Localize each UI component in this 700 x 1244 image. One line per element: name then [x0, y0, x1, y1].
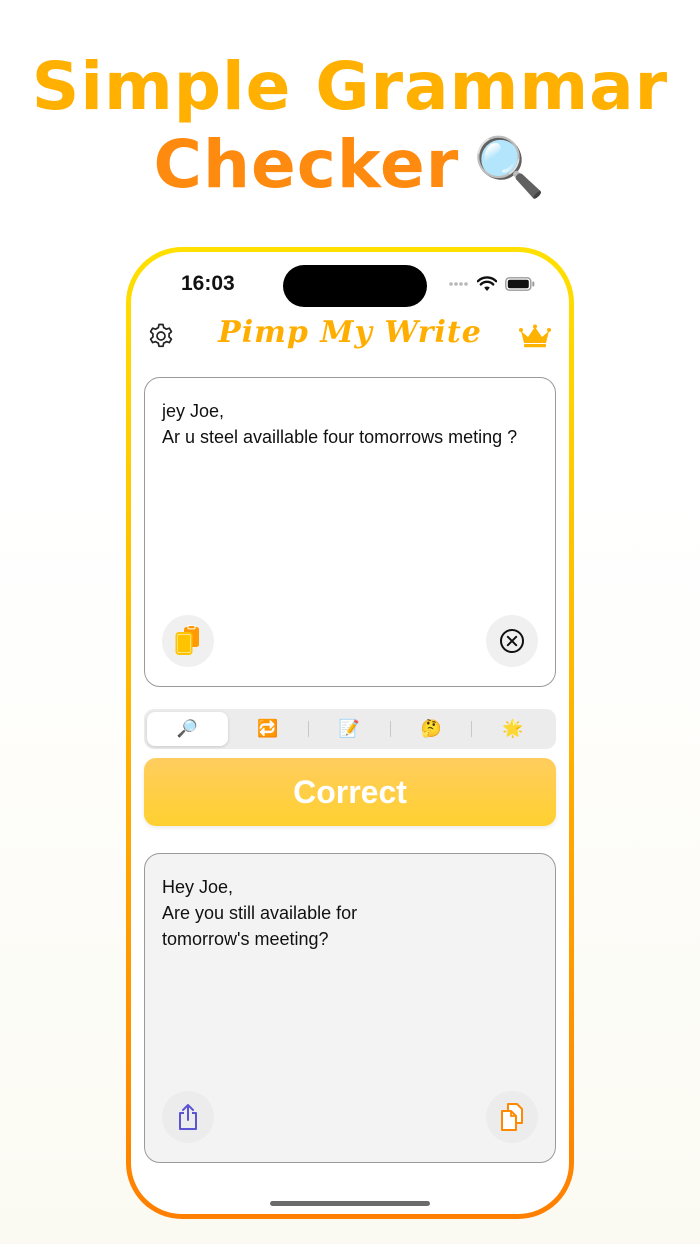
- promo-headline-line1: Simple Grammar: [31, 48, 669, 125]
- sparkle-star-icon: 🌟: [502, 719, 524, 738]
- signal-icon: [449, 282, 468, 286]
- copy-icon: [501, 1103, 523, 1131]
- share-icon: [179, 1104, 197, 1130]
- status-time: 16:03: [181, 272, 235, 295]
- mode-rephrase[interactable]: 🔁: [228, 712, 309, 746]
- promo-headline-text: Checker: [153, 126, 460, 203]
- paste-button[interactable]: [162, 615, 214, 667]
- battery-icon: [505, 277, 535, 291]
- memo-icon: 📝: [338, 719, 361, 738]
- share-button[interactable]: [162, 1091, 214, 1143]
- mode-selector[interactable]: 🔎 🔁 📝 🤔 🌟: [144, 709, 556, 749]
- output-line: Are you still available for: [162, 903, 358, 923]
- promo-headline-line2: Checker 🔍: [0, 126, 700, 206]
- home-indicator: [270, 1201, 430, 1206]
- input-text[interactable]: jey Joe, Ar u steel availlable four tomo…: [162, 398, 539, 450]
- magnifier-icon: 🔍: [473, 133, 547, 201]
- crown-icon[interactable]: [519, 324, 551, 348]
- wifi-icon: [477, 276, 497, 291]
- output-line: tomorrow's meeting?: [162, 929, 329, 949]
- thinking-icon: 🤔: [420, 719, 442, 738]
- app-title: Pimp My Write: [218, 315, 482, 350]
- phone-frame: 16:03 Pimp My Write jey Joe, Ar u steel …: [126, 247, 574, 1219]
- input-text-area[interactable]: jey Joe, Ar u steel availlable four tomo…: [144, 377, 556, 687]
- copy-button[interactable]: [486, 1091, 538, 1143]
- input-line: Ar u steel availlable four tomorrows met…: [162, 427, 518, 447]
- dynamic-island: [283, 265, 427, 307]
- clear-icon: [500, 629, 524, 653]
- mode-explain[interactable]: 🤔: [391, 712, 472, 746]
- output-line: Hey Joe,: [162, 877, 234, 897]
- magnifier-icon: 🔎: [176, 719, 198, 738]
- mode-check[interactable]: 🔎: [147, 712, 228, 746]
- status-icons: [449, 276, 535, 292]
- output-text-area: Hey Joe, Are you still available for tom…: [144, 853, 556, 1163]
- input-line: jey Joe,: [162, 401, 225, 421]
- clear-button[interactable]: [486, 615, 538, 667]
- paste-icon: [175, 625, 199, 655]
- repeat-icon: 🔁: [257, 719, 279, 738]
- app-screen: 16:03 Pimp My Write jey Joe, Ar u steel …: [131, 252, 569, 1214]
- mode-rewrite[interactable]: 📝: [309, 712, 390, 746]
- output-text: Hey Joe, Are you still available for tom…: [162, 874, 539, 952]
- correct-button[interactable]: Correct: [144, 758, 556, 826]
- mode-enhance[interactable]: 🌟: [472, 712, 553, 746]
